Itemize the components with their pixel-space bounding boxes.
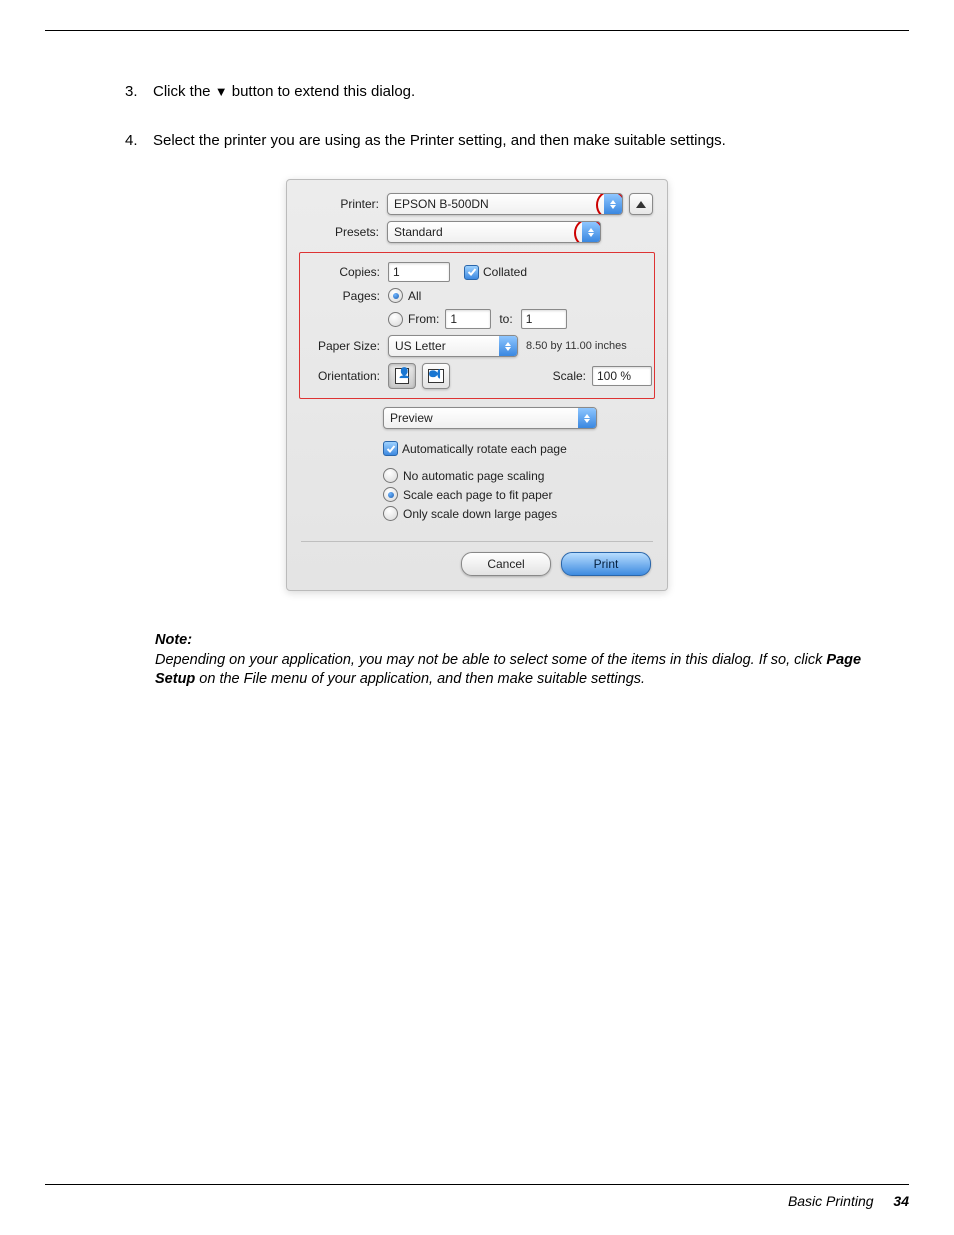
scaling-none-label: No automatic page scaling [403, 469, 544, 483]
pages-all-label: All [408, 289, 421, 303]
collapse-button[interactable] [629, 193, 653, 215]
pages-to-input[interactable]: 1 [521, 309, 567, 329]
triangle-up-icon [636, 201, 646, 208]
scale-label: Scale: [553, 369, 592, 383]
instruction-list: 3. Click the ▼ button to extend this dia… [125, 81, 889, 151]
pages-all-radio[interactable] [388, 288, 403, 303]
chevron-updown-icon [604, 194, 622, 214]
scaling-down-radio[interactable] [383, 506, 398, 521]
print-button[interactable]: Print [561, 552, 651, 576]
presets-label: Presets: [301, 225, 387, 239]
pages-range-radio[interactable] [388, 312, 403, 327]
note-block: Note: Depending on your application, you… [155, 631, 879, 690]
autorotate-checkbox[interactable] [383, 441, 398, 456]
copies-input[interactable]: 1 [388, 262, 450, 282]
portrait-icon: 👤 [395, 368, 409, 384]
pages-from-input[interactable]: 1 [445, 309, 491, 329]
orientation-landscape-button[interactable]: 👤 [422, 363, 450, 389]
scale-input[interactable]: 100 % [592, 366, 652, 386]
chevron-updown-icon [578, 408, 596, 428]
cancel-button[interactable]: Cancel [461, 552, 551, 576]
triangle-down-icon: ▼ [215, 83, 228, 101]
orientation-label: Orientation: [302, 369, 388, 383]
instruction-step-3: 3. Click the ▼ button to extend this dia… [125, 81, 889, 102]
note-body: Depending on your application, you may n… [155, 652, 861, 688]
copies-label: Copies: [302, 265, 388, 279]
step-number: 3. [125, 81, 153, 102]
chevron-updown-icon [582, 222, 600, 242]
step-text: Select the printer you are using as the … [153, 130, 726, 151]
paper-size-select[interactable]: US Letter [388, 335, 518, 357]
printer-label: Printer: [301, 197, 387, 211]
autorotate-label: Automatically rotate each page [402, 442, 567, 456]
note-heading: Note: [155, 631, 879, 651]
orientation-portrait-button[interactable]: 👤 [388, 363, 416, 389]
page-settings-highlight: Copies: 1 Collated Pages: All From: 1 to… [299, 252, 655, 399]
section-select[interactable]: Preview [383, 407, 597, 429]
footer-section: Basic Printing [788, 1193, 874, 1209]
paper-dimensions: 8.50 by 11.00 inches [526, 340, 627, 352]
pages-label: Pages: [302, 289, 388, 303]
presets-select[interactable]: Standard [387, 221, 601, 243]
step-text: Click the ▼ button to extend this dialog… [153, 81, 415, 102]
collated-checkbox[interactable] [464, 265, 479, 280]
landscape-icon: 👤 [428, 369, 444, 383]
pages-to-label: to: [491, 312, 520, 326]
pages-from-label: From: [408, 312, 439, 326]
printer-select[interactable]: EPSON B-500DN [387, 193, 623, 215]
scaling-fit-radio[interactable] [383, 487, 398, 502]
collated-label: Collated [483, 265, 527, 279]
chevron-updown-icon [499, 336, 517, 356]
footer-page-number: 34 [893, 1193, 909, 1209]
paper-size-label: Paper Size: [302, 339, 388, 353]
print-dialog: Printer: EPSON B-500DN Presets: Standard… [286, 179, 668, 591]
scaling-none-radio[interactable] [383, 468, 398, 483]
instruction-step-4: 4. Select the printer you are using as t… [125, 130, 889, 151]
scaling-down-label: Only scale down large pages [403, 507, 557, 521]
step-number: 4. [125, 130, 153, 151]
scaling-fit-label: Scale each page to fit paper [403, 488, 552, 502]
page-footer: Basic Printing 34 [45, 1184, 909, 1209]
